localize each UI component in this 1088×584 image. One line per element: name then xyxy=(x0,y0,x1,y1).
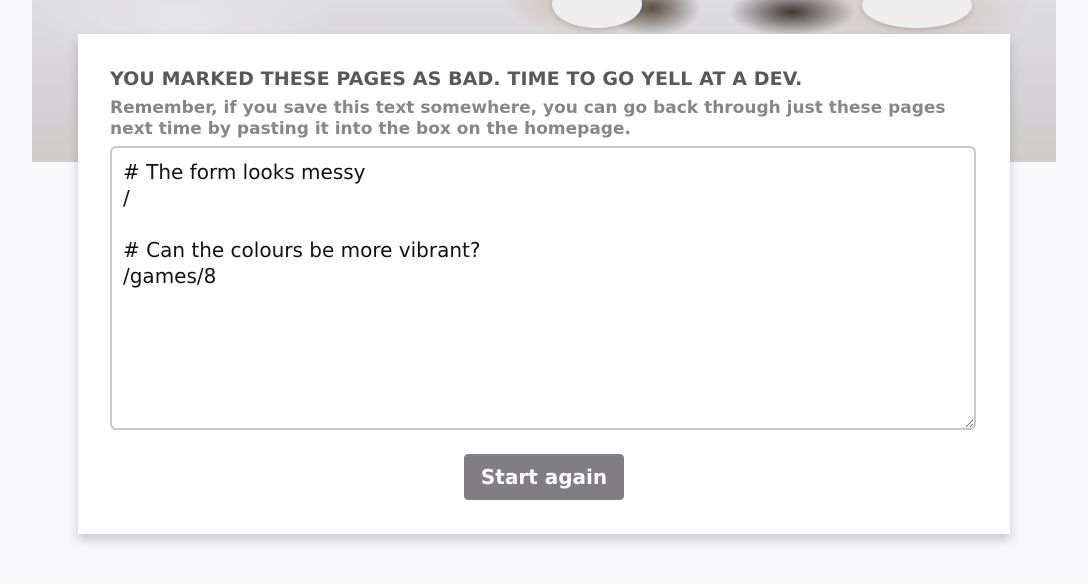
results-heading: YOU MARKED THESE PAGES AS BAD. TIME TO G… xyxy=(110,68,803,90)
start-again-button[interactable]: Start again xyxy=(464,454,624,500)
kitten-paw-decoration xyxy=(552,0,642,28)
results-instructions: Remember, if you save this text somewher… xyxy=(110,98,946,139)
results-card: YOU MARKED THESE PAGES AS BAD. TIME TO G… xyxy=(78,34,1010,534)
bad-pages-textarea[interactable]: # The form looks messy / # Can the colou… xyxy=(110,146,976,430)
kitten-paw-decoration xyxy=(862,0,972,28)
